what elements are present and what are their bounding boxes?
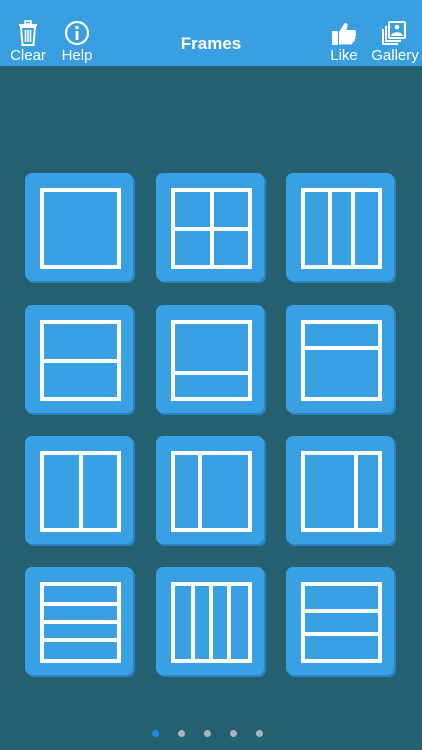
frame-single[interactable]: [25, 173, 133, 281]
divider: [44, 359, 117, 363]
frame-two-rows-bottom-large[interactable]: [286, 305, 394, 413]
frames-grid: [0, 0, 422, 750]
frame-three-rows[interactable]: [286, 567, 394, 675]
divider: [305, 346, 378, 350]
frame-preview: [171, 582, 252, 663]
divider: [351, 192, 355, 265]
frame-preview: [301, 320, 382, 401]
frame-preview: [40, 320, 121, 401]
frame-preview: [301, 451, 382, 532]
frame-two-columns-equal[interactable]: [25, 436, 133, 544]
frame-preview: [301, 188, 382, 269]
divider: [175, 371, 248, 375]
divider: [227, 586, 231, 659]
frame-two-rows-top-large[interactable]: [156, 305, 264, 413]
frame-grid-2x2[interactable]: [156, 173, 264, 281]
divider: [44, 602, 117, 606]
divider: [175, 227, 248, 231]
divider: [191, 586, 195, 659]
frame-preview: [40, 188, 121, 269]
frame-four-rows[interactable]: [25, 567, 133, 675]
frame-preview: [171, 320, 252, 401]
frame-two-columns-right-large[interactable]: [156, 436, 264, 544]
divider: [44, 620, 117, 624]
frame-four-columns[interactable]: [156, 567, 264, 675]
frame-three-columns[interactable]: [286, 173, 394, 281]
page-dot-3[interactable]: [204, 730, 211, 737]
frame-preview: [301, 582, 382, 663]
divider: [79, 455, 83, 528]
divider: [305, 609, 378, 613]
page-dot-1[interactable]: [152, 730, 159, 737]
divider: [198, 455, 202, 528]
divider: [328, 192, 332, 265]
frame-two-rows-equal[interactable]: [25, 305, 133, 413]
frame-preview: [171, 451, 252, 532]
page-dot-2[interactable]: [178, 730, 185, 737]
page-indicator: [0, 730, 422, 738]
page-dot-5[interactable]: [256, 730, 263, 737]
frame-preview: [171, 188, 252, 269]
divider: [44, 638, 117, 642]
frame-preview: [40, 582, 121, 663]
page-dot-4[interactable]: [230, 730, 237, 737]
divider: [354, 455, 358, 528]
divider: [305, 632, 378, 636]
divider: [209, 586, 213, 659]
frame-two-columns-left-large[interactable]: [286, 436, 394, 544]
frame-preview: [40, 451, 121, 532]
